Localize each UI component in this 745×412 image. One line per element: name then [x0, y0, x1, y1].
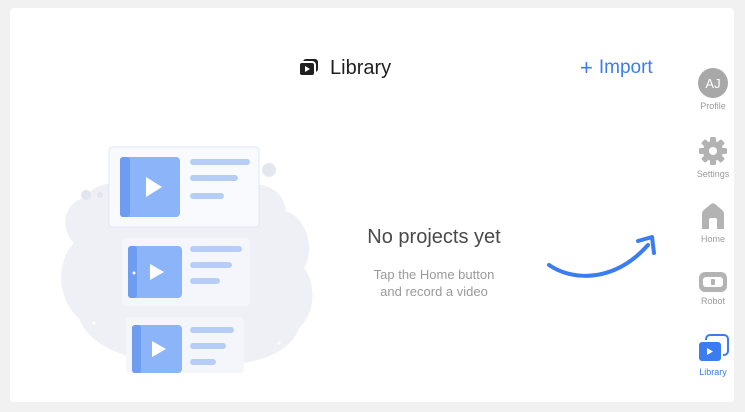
app-window: Library + Import No projects yet Tap the… [10, 8, 734, 402]
empty-state-title: No projects yet [367, 226, 501, 248]
sidebar-item-label: Settings [696, 169, 730, 179]
plus-icon: + [580, 55, 593, 80]
page-title: Library [298, 56, 391, 80]
empty-state-hint-line2: and record a video [380, 284, 488, 299]
library-icon [697, 334, 729, 363]
gear-icon [699, 137, 727, 165]
robot-icon [699, 272, 727, 292]
sidebar-item-label: Library [699, 367, 727, 377]
sidebar-item-label: Robot [700, 296, 726, 306]
empty-state-hint: Tap the Home button and record a video [336, 266, 532, 300]
empty-state-hint-line1: Tap the Home button [373, 267, 495, 282]
home-icon [702, 203, 724, 229]
empty-library-illustration [61, 146, 313, 373]
import-button[interactable]: + Import [580, 56, 653, 80]
avatar: AJ [698, 68, 728, 98]
sidebar-item-profile[interactable]: AJ Profile [686, 68, 740, 111]
library-icon [298, 59, 318, 77]
curved-arrow-icon [547, 235, 656, 278]
sidebar-item-robot[interactable]: Robot [686, 271, 740, 306]
sidebar-item-label: Home [700, 234, 725, 244]
sidebar-item-home[interactable]: Home [686, 201, 740, 244]
sidebar-item-settings[interactable]: Settings [686, 136, 740, 179]
page-title-text: Library [330, 56, 392, 79]
sidebar-item-library[interactable]: Library [686, 334, 740, 377]
import-label: Import [598, 57, 653, 78]
sidebar-item-label: Profile [700, 101, 726, 111]
